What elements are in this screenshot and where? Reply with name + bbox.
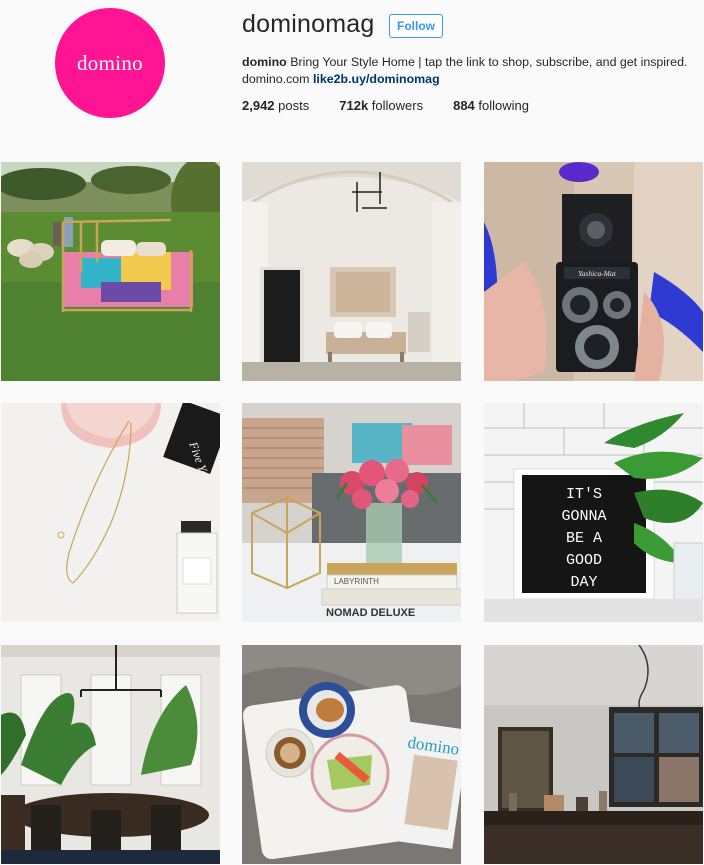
letterboard-line-3: BE A xyxy=(566,530,602,547)
profile-bio: domino Bring Your Style Home | tap the l… xyxy=(242,54,702,88)
post-tile-breakfast-tray[interactable]: domino xyxy=(242,645,461,864)
post-tile-flowers[interactable]: NOMAD DELUXE LABYRINTH xyxy=(242,403,461,622)
followers-label: followers xyxy=(371,98,424,113)
posts-stat: 2,942 posts xyxy=(242,98,309,113)
post-image-kitchen xyxy=(484,645,703,864)
post-image-bed-pasture xyxy=(1,162,220,381)
post-tile-letterboard[interactable]: IT'S GONNA BE A GOOD DAY xyxy=(484,403,703,622)
bio-link[interactable]: like2b.uy/dominomag xyxy=(313,72,440,86)
post-image-breakfast-tray: domino xyxy=(242,645,461,864)
following-count: 884 xyxy=(453,98,475,113)
post-tile-arched-room[interactable] xyxy=(242,162,461,381)
bio-name: domino xyxy=(242,55,287,69)
post-tile-kitchen[interactable] xyxy=(484,645,703,864)
following-label: following xyxy=(478,98,530,113)
posts-label: posts xyxy=(278,98,310,113)
post-tile-necklace[interactable]: Five Year xyxy=(1,403,220,622)
profile-stats: 2,942 posts 712k followers 884 following xyxy=(242,98,559,113)
bio-site: domino.com xyxy=(242,72,310,86)
post-image-arched-room xyxy=(242,162,461,381)
camera-brand-text: Yashica-Mat xyxy=(578,269,617,278)
followers-count: 712k xyxy=(339,98,369,113)
letterboard-line-4: GOOD xyxy=(566,552,602,569)
posts-count: 2,942 xyxy=(242,98,275,113)
letterboard-line-5: DAY xyxy=(570,574,597,591)
post-image-letterboard: IT'S GONNA BE A GOOD DAY xyxy=(484,403,703,622)
bio-text: Bring Your Style Home | tap the link to … xyxy=(290,55,688,69)
avatar-logo-text: domino xyxy=(77,50,143,75)
bio-line-1: domino Bring Your Style Home | tap the l… xyxy=(242,54,702,71)
followers-stat[interactable]: 712k followers xyxy=(339,98,423,113)
post-tile-dining-room[interactable] xyxy=(1,645,220,864)
book-title-2-text: LABYRINTH xyxy=(334,577,379,586)
follow-button[interactable]: Follow xyxy=(389,14,443,38)
letterboard-line-1: IT'S xyxy=(566,486,602,503)
profile-username: dominomag xyxy=(242,10,375,38)
post-tile-bed-pasture[interactable] xyxy=(1,162,220,381)
letterboard-line-2: GONNA xyxy=(561,508,606,525)
post-tile-camera[interactable]: Yashica-Mat xyxy=(484,162,703,381)
post-image-camera: Yashica-Mat xyxy=(484,162,703,381)
profile-avatar[interactable]: domino xyxy=(55,8,165,118)
post-image-necklace: Five Year xyxy=(1,403,220,622)
post-image-dining-room xyxy=(1,645,220,864)
book-title-text: NOMAD DELUXE xyxy=(326,607,415,619)
bio-line-2: domino.com like2b.uy/dominomag xyxy=(242,71,702,88)
following-stat[interactable]: 884 following xyxy=(453,98,529,113)
post-image-flowers: NOMAD DELUXE LABYRINTH xyxy=(242,403,461,622)
